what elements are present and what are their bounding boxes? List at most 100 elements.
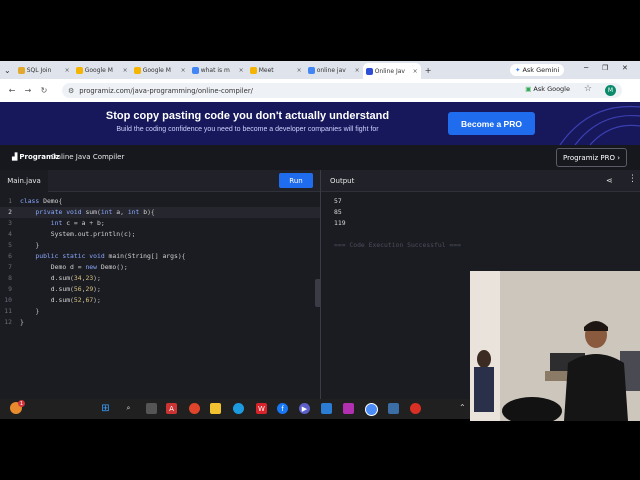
programiz-pro-link[interactable]: Programiz PRO › xyxy=(556,148,627,167)
code-text: private void sum(int a, int b){ xyxy=(35,208,155,216)
code-line[interactable]: 12} xyxy=(0,317,320,328)
maximize-icon[interactable]: ❐ xyxy=(602,64,608,72)
code-line[interactable]: 10 d.sum(52,67); xyxy=(0,295,320,306)
tab-search-icon[interactable]: ⌄ xyxy=(0,66,15,75)
code-text: } xyxy=(20,307,40,315)
code-line[interactable]: 11 } xyxy=(0,306,320,317)
browser-tab[interactable]: online jav × xyxy=(305,63,363,77)
media-player-icon[interactable]: ▶ xyxy=(299,403,310,414)
code-line[interactable]: 5 } xyxy=(0,240,320,251)
code-line[interactable]: 4 System.out.println(c); xyxy=(0,229,320,240)
tab-favicon-icon xyxy=(307,66,315,74)
line-number: 5 xyxy=(8,241,12,249)
code-text: } xyxy=(20,318,24,326)
profile-avatar[interactable]: M xyxy=(605,85,616,96)
chrome-active-icon[interactable] xyxy=(365,403,378,416)
banner-subtitle: Build the coding confidence you need to … xyxy=(116,126,379,133)
browser-tab[interactable]: Google M × xyxy=(73,63,131,77)
code-line[interactable]: 3 int c = a + b; xyxy=(0,218,320,229)
close-window-icon[interactable]: ✕ xyxy=(622,64,628,72)
ask-gemini-button[interactable]: ✦ Ask Gemini xyxy=(510,64,565,76)
wps-icon[interactable]: W xyxy=(256,403,267,414)
compiler-title: Online Java Compiler xyxy=(51,153,125,161)
tab-close-icon[interactable]: × xyxy=(413,68,418,75)
code-text: Demo d = new Demo(); xyxy=(50,263,128,271)
chrome-icon[interactable] xyxy=(189,403,200,414)
code-text: int c = a + b; xyxy=(50,219,105,227)
browser-tab[interactable]: what is m × xyxy=(189,63,247,77)
file-explorer-icon[interactable] xyxy=(210,403,221,414)
code-line[interactable]: 8 d.sum(34,23); xyxy=(0,273,320,284)
tab-close-icon[interactable]: × xyxy=(239,67,244,74)
tab-favicon-icon xyxy=(17,66,25,74)
code-line[interactable]: 9 d.sum(56,29); xyxy=(0,284,320,295)
task-view-icon[interactable] xyxy=(146,403,157,414)
forward-icon[interactable]: → xyxy=(20,86,36,95)
logo-mark-icon: ▟ xyxy=(12,153,18,161)
tab-close-icon[interactable]: × xyxy=(297,67,302,74)
line-number: 10 xyxy=(4,296,12,304)
tray-chevron-up-icon[interactable]: ⌃ xyxy=(459,403,466,412)
browser-tab[interactable]: SQL Join × xyxy=(15,63,73,77)
tab-label: SQL Join xyxy=(26,66,52,74)
code-text: d.sum(56,29); xyxy=(50,285,101,293)
code-editor[interactable]: 1 class Demo{2 private void sum(int a, in… xyxy=(0,192,320,399)
tab-close-icon[interactable]: × xyxy=(65,67,70,74)
line-number: 12 xyxy=(4,318,12,326)
tab-favicon-icon xyxy=(75,66,83,74)
browser-tab[interactable]: Google M × xyxy=(131,63,189,77)
tab-favicon-icon xyxy=(191,66,199,74)
whiteboard-icon[interactable] xyxy=(321,403,332,414)
site-info-icon[interactable]: ⚙ xyxy=(68,87,74,95)
tab-favicon-icon xyxy=(133,66,141,74)
code-text: d.sum(52,67); xyxy=(50,296,101,304)
search-icon[interactable]: ⌕ xyxy=(123,403,134,414)
facebook-icon[interactable]: f xyxy=(277,403,288,414)
start-menu-icon[interactable]: ⊞ xyxy=(100,403,111,414)
share-icon[interactable]: ⋖ xyxy=(606,176,613,185)
url-field[interactable]: ⚙ programiz.com/java-programming/online-… xyxy=(62,83,622,98)
code-line[interactable]: 7 Demo d = new Demo(); xyxy=(0,262,320,273)
app-a-icon[interactable]: A xyxy=(166,403,177,414)
tab-close-icon[interactable]: × xyxy=(181,67,186,74)
line-number: 3 xyxy=(8,219,12,227)
tab-label: Online Jav xyxy=(374,67,405,75)
tab-label: what is m xyxy=(200,66,230,74)
code-line[interactable]: 1 class Demo{ xyxy=(0,196,320,207)
line-number: 11 xyxy=(4,307,12,315)
more-menu-icon[interactable]: ⋮ xyxy=(628,174,637,184)
gemini-icon: ✦ xyxy=(515,66,521,74)
reload-icon[interactable]: ↻ xyxy=(36,86,52,95)
code-text: System.out.println(c); xyxy=(50,230,136,238)
code-text: class Demo{ xyxy=(20,197,63,205)
app-blue-icon[interactable] xyxy=(388,403,399,414)
tab-label: Meet xyxy=(258,66,274,74)
code-text: public static void main(String[] args){ xyxy=(35,252,186,260)
app-purple-icon[interactable] xyxy=(343,403,354,414)
code-line[interactable]: 6 public static void main(String[] args)… xyxy=(0,251,320,262)
app-red-icon[interactable] xyxy=(410,403,421,414)
code-line[interactable]: 2 private void sum(int a, int b){ xyxy=(0,207,320,218)
output-tab: Output xyxy=(330,177,355,185)
promo-banner: Stop copy pasting code you don't actuall… xyxy=(0,102,640,145)
tab-favicon-icon xyxy=(365,67,373,75)
code-text: d.sum(34,23); xyxy=(50,274,101,282)
tab-close-icon[interactable]: × xyxy=(355,67,360,74)
become-pro-button[interactable]: Become a PRO xyxy=(448,112,535,135)
new-tab-icon[interactable]: + xyxy=(421,66,436,75)
run-button[interactable]: Run xyxy=(279,173,313,188)
back-icon[interactable]: ← xyxy=(4,86,20,95)
banner-decoration xyxy=(559,105,640,145)
browser-tab[interactable]: Online Jav × xyxy=(362,63,421,79)
bookmark-star-icon[interactable]: ☆ xyxy=(584,84,592,94)
line-number: 4 xyxy=(8,230,12,238)
weather-badge: 1 xyxy=(18,400,25,407)
file-tab-main-java[interactable]: Main.java xyxy=(0,170,48,192)
edge-icon[interactable] xyxy=(233,403,244,414)
tab-close-icon[interactable]: × xyxy=(123,67,128,74)
tab-label: online jav xyxy=(316,66,346,74)
webcam-overlay xyxy=(470,271,640,421)
minimize-icon[interactable]: ─ xyxy=(584,64,588,72)
ask-google-button[interactable]: ▣ Ask Google xyxy=(525,85,570,93)
browser-tab[interactable]: Meet × xyxy=(247,63,305,77)
